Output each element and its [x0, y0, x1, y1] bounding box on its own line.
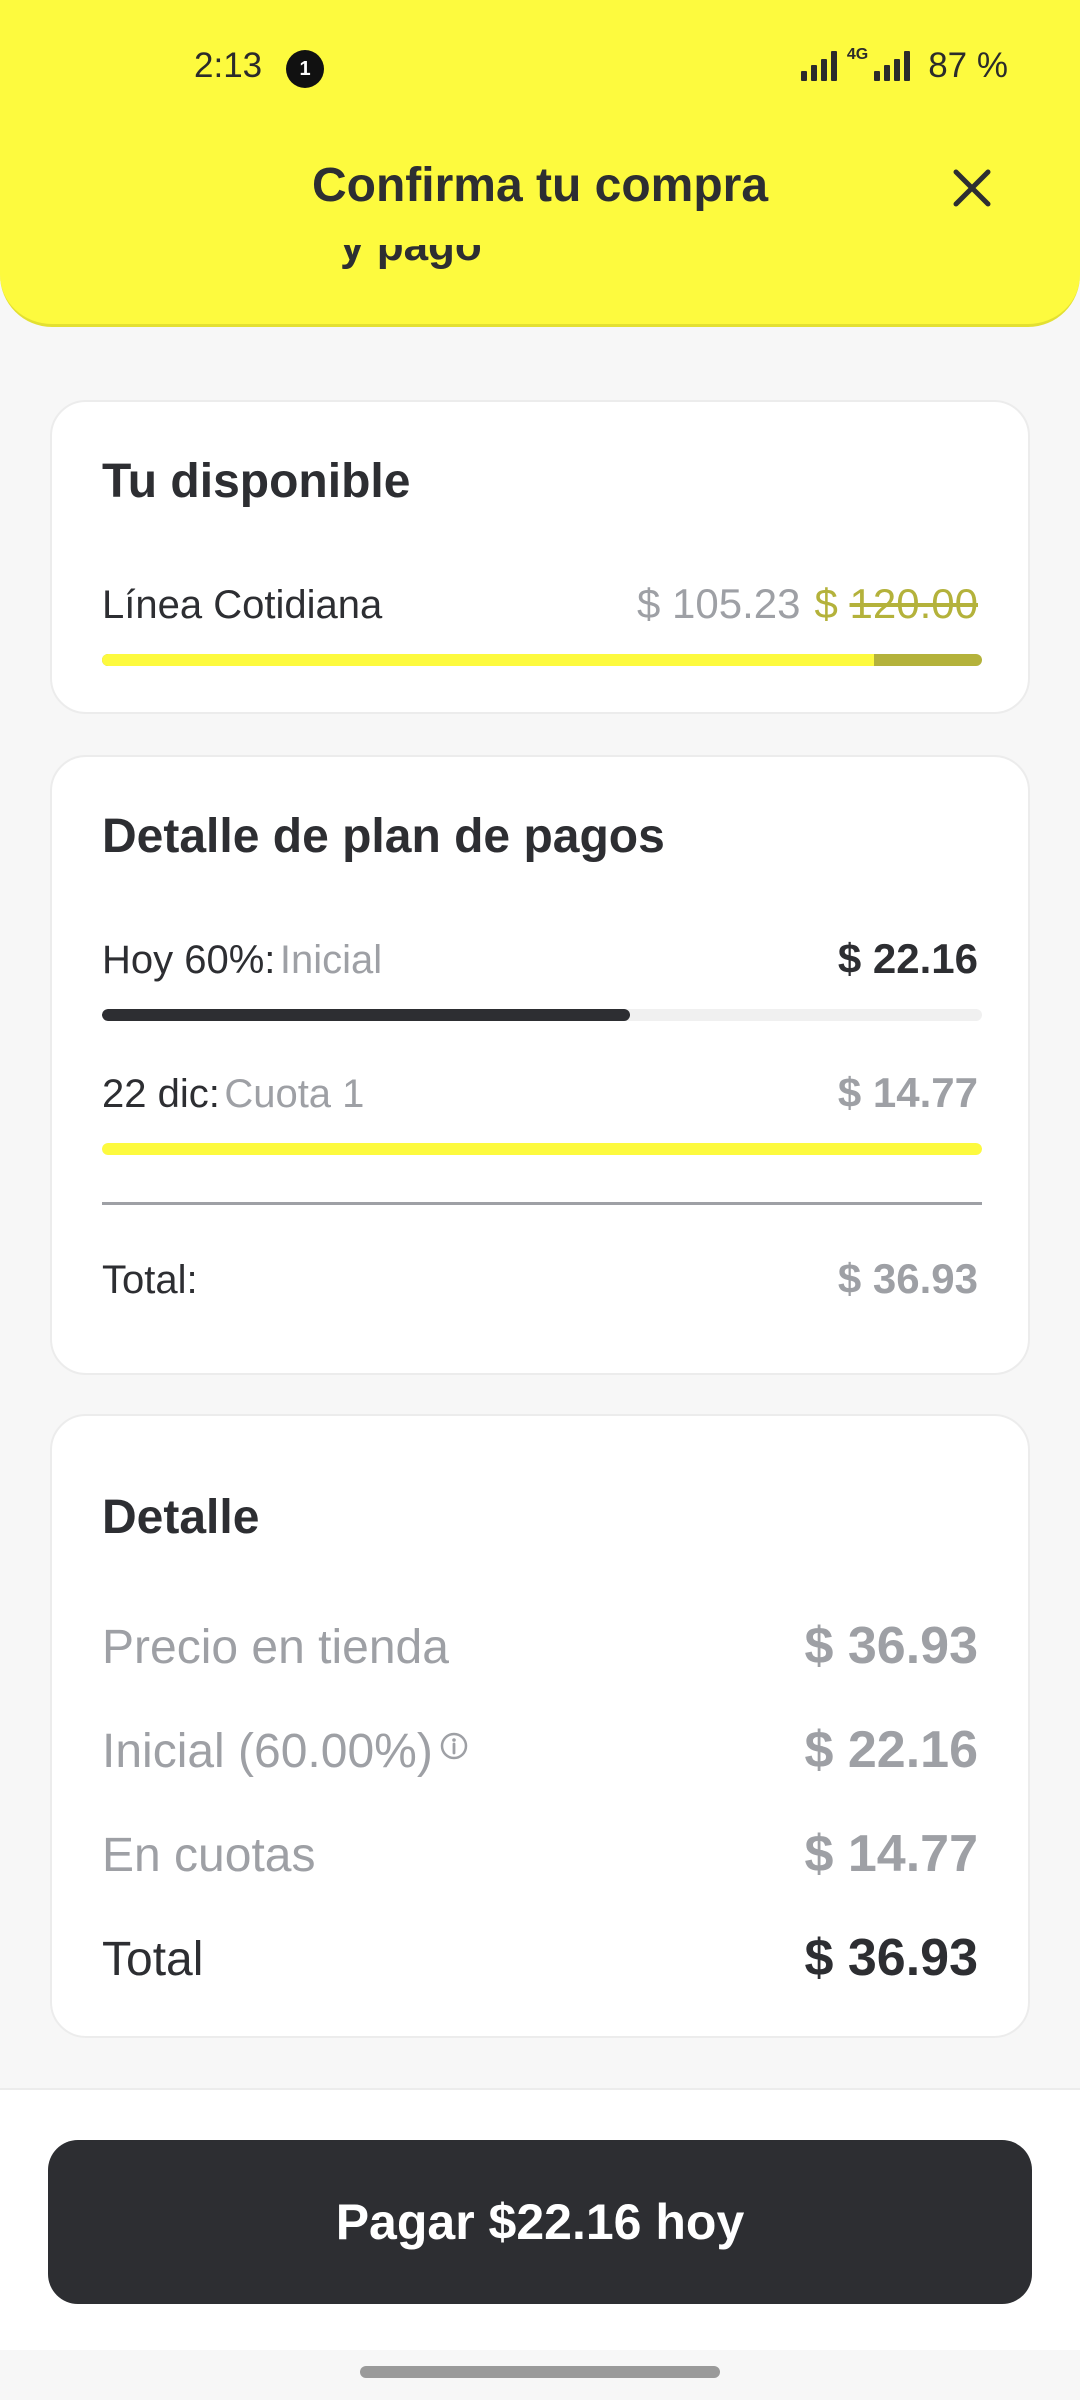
credit-limit: $ 120.00: [815, 580, 979, 627]
installment-date: Hoy 60%:: [102, 938, 276, 982]
signal-icon-2: [874, 51, 911, 81]
detail-total-label: Total: [102, 1933, 204, 1986]
installments-label: En cuotas: [102, 1829, 316, 1882]
installment-progress-bar: [102, 1143, 982, 1155]
plan-total-value: $ 36.93: [837, 1255, 978, 1302]
installment-progress-fill: [102, 1143, 982, 1155]
detail-card: Detalle Precio en tienda $ 36.93 Inicial…: [50, 1414, 1030, 2038]
installments-row: En cuotas $ 14.77: [102, 1824, 978, 1884]
payment-plan-card: Detalle de plan de pagos Hoy 60%: Inicia…: [50, 755, 1030, 1375]
installment-type: Inicial: [279, 938, 383, 982]
available-progress-fill: [102, 654, 874, 666]
detail-total-value: $ 36.93: [804, 1929, 979, 1987]
installment-amount: $ 22.16: [837, 935, 978, 982]
status-time: 2:13: [194, 46, 263, 85]
close-button[interactable]: [944, 160, 1000, 216]
credit-line-label: Línea Cotidiana: [102, 583, 383, 627]
installment-label: Hoy 60%: Inicial: [102, 938, 382, 983]
initial-label: Inicial (60.00%): [102, 1725, 433, 1778]
credit-line-amounts: $ 105.23 $ 120.00: [637, 580, 978, 628]
network-type-label: 4G: [846, 46, 869, 63]
close-icon: [953, 169, 991, 207]
store-price-label: Precio en tienda: [102, 1621, 449, 1674]
battery-level: 87 %: [928, 46, 1008, 85]
available-credit-card: Tu disponible Línea Cotidiana $ 105.23 $ …: [50, 400, 1030, 714]
installment-date: 22 dic:: [102, 1072, 220, 1116]
divider: [102, 1202, 982, 1205]
plan-total-row: Total: $ 36.93: [102, 1255, 978, 1303]
credit-limit-prefix: $: [814, 580, 850, 627]
credit-limit-amount: 120.00: [849, 580, 978, 627]
scrolled-subtitle-peek: y pago: [340, 245, 570, 281]
available-title: Tu disponible: [102, 455, 411, 508]
payment-plan-title: Detalle de plan de pagos: [102, 810, 665, 863]
credit-line-row: Línea Cotidiana $ 105.23 $ 120.00: [102, 580, 978, 628]
scrolled-subtitle-text: y pago: [340, 245, 482, 270]
initial-label-group: Inicial (60.00%): [102, 1724, 469, 1779]
available-progress-bar: [102, 654, 982, 666]
installment-progress-bar: [102, 1009, 982, 1021]
status-icons: 4G 87 %: [800, 46, 1008, 86]
store-price-row: Precio en tienda $ 36.93: [102, 1616, 978, 1676]
installment-type: Cuota 1: [224, 1072, 365, 1116]
detail-total-row: Total $ 36.93: [102, 1928, 978, 1988]
notification-badge: 1: [286, 50, 324, 88]
store-price-value: $ 36.93: [804, 1617, 979, 1675]
header: 2:13 1 4G 87 % Confirma tu compra y pago: [0, 0, 1080, 327]
signal-icon: [800, 51, 837, 81]
initial-value: $ 22.16: [804, 1721, 979, 1779]
plan-total-label: Total:: [102, 1258, 198, 1302]
home-indicator[interactable]: [360, 2366, 720, 2378]
installment-label: 22 dic: Cuota 1: [102, 1072, 364, 1117]
info-icon[interactable]: [439, 1731, 469, 1766]
pay-button[interactable]: Pagar $22.16 hoy: [48, 2140, 1032, 2304]
installment-progress-fill: [102, 1009, 630, 1021]
installments-value: $ 14.77: [804, 1825, 979, 1883]
installment-row: 22 dic: Cuota 1 $ 14.77: [102, 1069, 978, 1117]
footer: Pagar $22.16 hoy: [0, 2088, 1080, 2350]
installment-row: Hoy 60%: Inicial $ 22.16: [102, 935, 978, 983]
available-amount: $ 105.23: [637, 580, 801, 627]
detail-title: Detalle: [102, 1491, 260, 1544]
initial-row: Inicial (60.00%) $ 22.16: [102, 1720, 978, 1780]
page-title: Confirma tu compra: [311, 159, 769, 212]
installment-amount: $ 14.77: [837, 1069, 978, 1116]
